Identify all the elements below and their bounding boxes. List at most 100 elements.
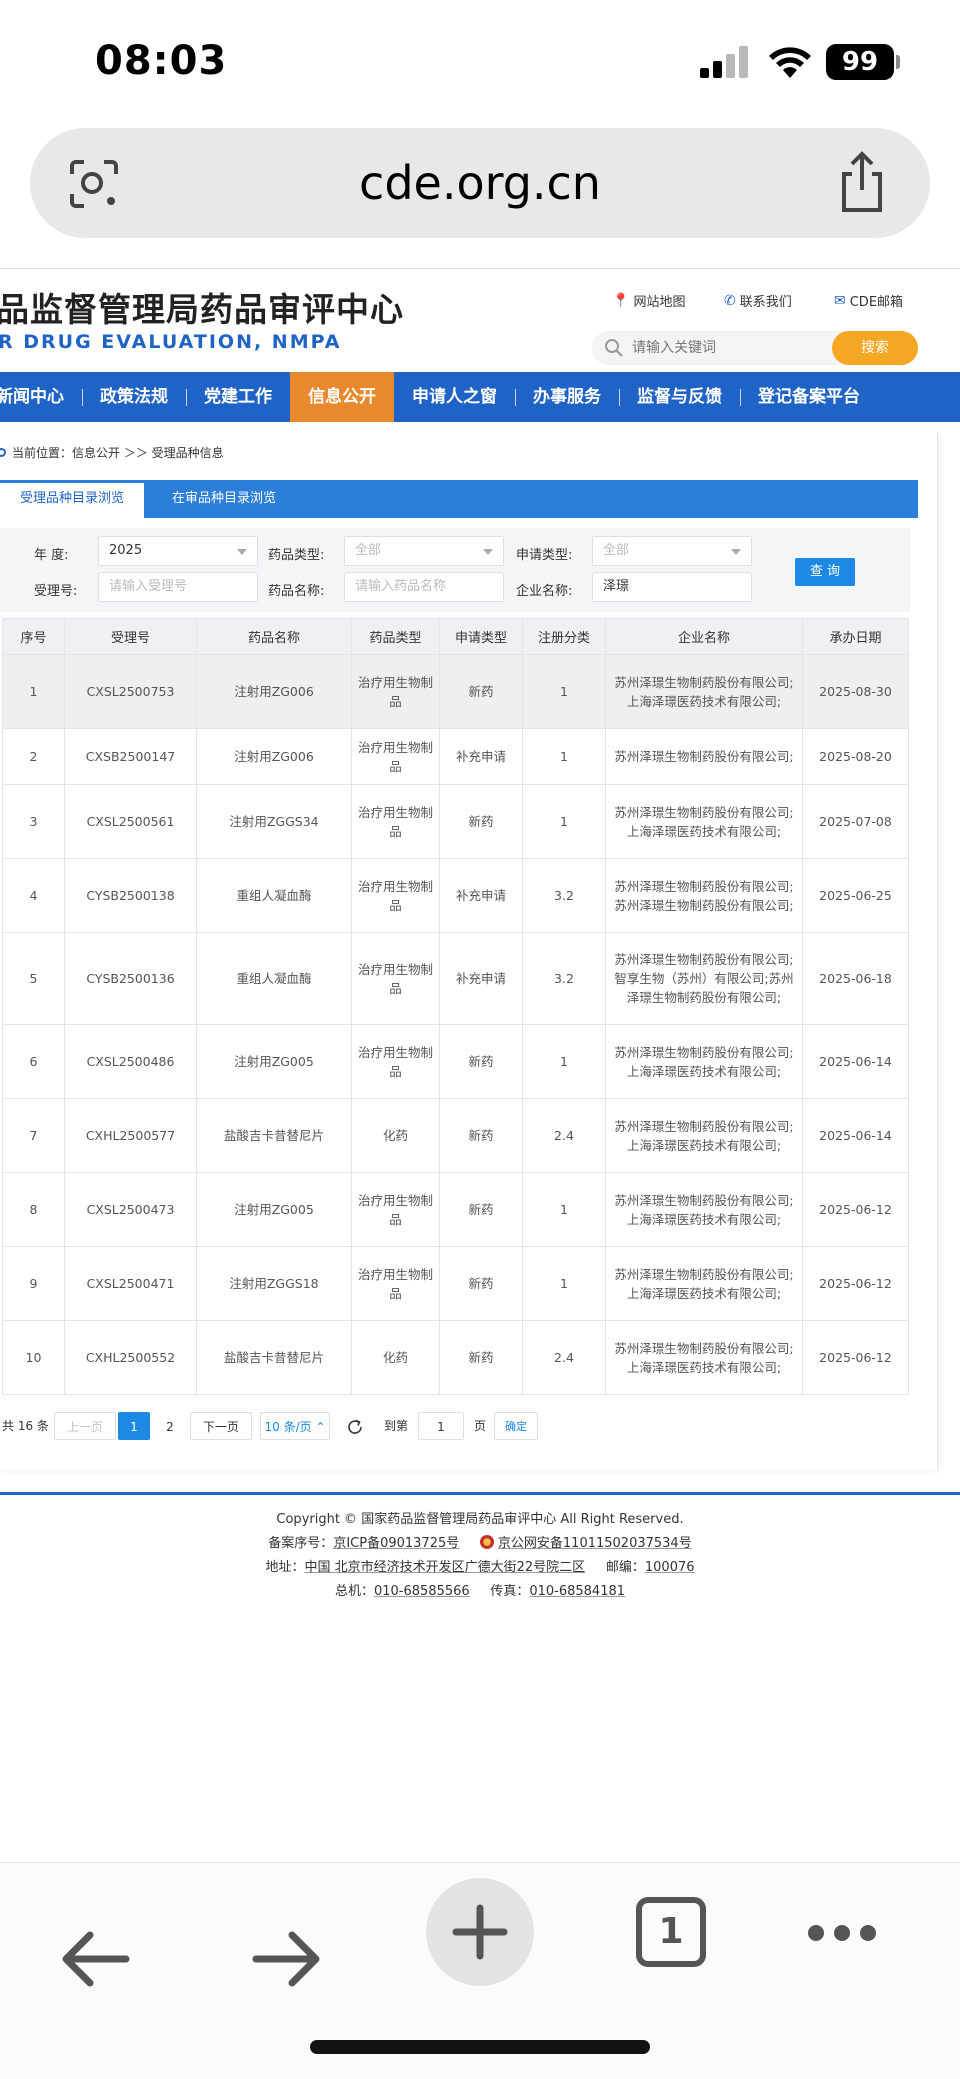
table-cell: 新药	[439, 784, 523, 859]
table-cell: 新药	[439, 1024, 523, 1099]
address-line: 地址：中国 北京市经济技术开发区广德大街22号院二区 邮编：100076	[265, 1560, 695, 1575]
table-row: 4 CYSB2500138 重组人凝血酶 治疗用生物制品 补充申请 3.2 苏州泽璟生物制药…	[2, 858, 909, 933]
share-icon[interactable]	[834, 150, 890, 214]
table-cell: 1	[2, 654, 65, 729]
table-row: 8 CXSL2500473 注射用ZG005 治疗用生物制品 新药 1 苏州泽璟生物制药股份…	[2, 1172, 909, 1247]
nav-services[interactable]: 办事服务	[515, 372, 619, 422]
table-cell: CYSB2500136	[64, 932, 197, 1025]
table-cell: 苏州泽璟生物制药股份有限公司;上海泽璟医药技术有限公司;	[605, 1246, 803, 1321]
table-row: 1 CXSL2500753 注射用ZG006 治疗用生物制品 新药 1 苏州泽璟生物制药股份…	[2, 654, 909, 729]
table-cell: 重组人凝血酶	[196, 858, 352, 933]
year-select[interactable]: 2025	[98, 536, 258, 566]
table-cell: CXSL2500561	[64, 784, 197, 859]
nav-policy[interactable]: 政策法规	[82, 372, 186, 422]
table-cell: 注射用ZG005	[196, 1024, 352, 1099]
tab-accepted-list[interactable]: 受理品种目录浏览	[0, 480, 144, 518]
table-cell: 注射用ZG005	[196, 1172, 352, 1247]
table-cell: 3.2	[522, 858, 606, 933]
table-cell: 2025-08-20	[802, 728, 909, 785]
apply-type-label: 申请类型:	[516, 548, 573, 563]
search-input[interactable]	[632, 335, 822, 361]
prev-page-button[interactable]: 上一页	[54, 1412, 116, 1440]
table-cell: CYSB2500138	[64, 858, 197, 933]
url-text[interactable]: cde.org.cn	[30, 156, 930, 210]
table-row: 6 CXSL2500486 注射用ZG005 治疗用生物制品 新药 1 苏州泽璟生物制药股份…	[2, 1024, 909, 1099]
police-record-link[interactable]: 京公网安备11011502037534号	[498, 1536, 692, 1551]
page-1-button[interactable]: 1	[118, 1412, 150, 1440]
plus-icon	[452, 1904, 508, 1960]
page-unit-label: 页	[474, 1419, 487, 1433]
table-cell: 注射用ZGGS18	[196, 1246, 352, 1321]
company-input[interactable]: 泽璟	[592, 572, 752, 602]
refresh-icon[interactable]	[346, 1418, 364, 1436]
goto-page-input[interactable]: 1	[418, 1412, 464, 1440]
nav-applicant[interactable]: 申请人之窗	[394, 372, 515, 422]
nav-news[interactable]: 新闻中心	[0, 372, 82, 422]
table-cell: 3.2	[522, 932, 606, 1025]
nav-info-public[interactable]: 信息公开	[290, 372, 394, 422]
table-cell: 2025-07-08	[802, 784, 909, 859]
table-row: 9 CXSL2500471 注射用ZGGS18 治疗用生物制品 新药 1 苏州泽璟生物制药股…	[2, 1246, 909, 1321]
table-cell: CXHL2500577	[64, 1098, 197, 1173]
table-cell: 苏州泽璟生物制药股份有限公司;	[605, 728, 803, 785]
next-page-button[interactable]: 下一页	[190, 1412, 252, 1440]
table-cell: 3	[2, 784, 65, 859]
table-cell: 2025-06-12	[802, 1246, 909, 1321]
table-cell: 2025-06-14	[802, 1024, 909, 1099]
site-search: 搜索	[592, 331, 918, 365]
forward-arrow-icon[interactable]	[250, 1927, 326, 1991]
col-header: 承办日期	[802, 618, 909, 655]
nav-party[interactable]: 党建工作	[186, 372, 290, 422]
table-cell: 苏州泽璟生物制药股份有限公司;上海泽璟医药技术有限公司;	[605, 1172, 803, 1247]
site-footer: Copyright © 国家药品监督管理局药品审评中心 All Right Re…	[0, 1508, 960, 1604]
table-cell: CXSB2500147	[64, 728, 197, 785]
table-cell: 治疗用生物制品	[351, 728, 440, 785]
table-cell: CXSL2500753	[64, 654, 197, 729]
cde-mail-link[interactable]: ✉ CDE邮箱	[834, 291, 903, 311]
confirm-goto-button[interactable]: 确定	[494, 1412, 538, 1440]
sitemap-link[interactable]: 📍 网站地图	[612, 291, 685, 311]
drug-type-select[interactable]: 全部	[344, 536, 504, 566]
apply-type-select[interactable]: 全部	[592, 536, 752, 566]
new-tab-button[interactable]	[426, 1878, 534, 1986]
table-cell: 治疗用生物制品	[351, 932, 440, 1025]
table-cell: CXHL2500552	[64, 1320, 197, 1395]
status-time: 08:03	[95, 38, 228, 84]
nav-registration[interactable]: 登记备案平台	[740, 372, 878, 422]
table-cell: 6	[2, 1024, 65, 1099]
table-row: 7 CXHL2500577 盐酸吉卡昔替尼片 化药 新药 2.4 苏州泽璟生物制药股份有限公…	[2, 1098, 909, 1173]
accept-no-input[interactable]: 请输入受理号	[98, 572, 258, 602]
icp-link[interactable]: 京ICP备09013725号	[333, 1536, 459, 1551]
table-cell: CXSL2500471	[64, 1246, 197, 1321]
tabs-count-button[interactable]: 1	[636, 1897, 706, 1967]
table-cell: 治疗用生物制品	[351, 1024, 440, 1099]
back-arrow-icon[interactable]	[56, 1927, 132, 1991]
col-header: 受理号	[64, 618, 197, 655]
tab-in-review-list[interactable]: 在审品种目录浏览	[172, 480, 276, 518]
table-cell: 1	[522, 1024, 606, 1099]
mail-icon: ✉	[834, 292, 846, 309]
chevron-down-icon	[237, 549, 247, 555]
table-cell: 2025-08-30	[802, 654, 909, 729]
more-icon[interactable]	[806, 1921, 878, 1945]
table-cell: 治疗用生物制品	[351, 784, 440, 859]
query-button[interactable]: 查 询	[795, 558, 855, 586]
footer-divider	[0, 1492, 960, 1495]
table-row: 3 CXSL2500561 注射用ZGGS34 治疗用生物制品 新药 1 苏州泽璟生物制药股…	[2, 784, 909, 859]
page-size-select[interactable]: 10 条/页 ⌃	[260, 1412, 330, 1440]
phone-line: 总机：010-68585566 传真：010-68584181	[334, 1584, 626, 1599]
table-row: 5 CYSB2500136 重组人凝血酶 治疗用生物制品 补充申请 3.2 苏州泽璟生物制药…	[2, 932, 909, 1025]
drug-name-label: 药品名称:	[268, 584, 325, 599]
table-cell: 苏州泽璟生物制药股份有限公司;苏州泽璟生物制药股份有限公司;	[605, 858, 803, 933]
address-bar[interactable]: cde.org.cn	[30, 128, 930, 238]
nav-supervision[interactable]: 监督与反馈	[619, 372, 740, 422]
battery-icon: 99	[826, 44, 900, 80]
drug-name-input[interactable]: 请输入药品名称	[344, 572, 504, 602]
table-row: 10 CXHL2500552 盐酸吉卡昔替尼片 化药 新药 2.4 苏州泽璟生物制药股份有限…	[2, 1320, 909, 1395]
search-button[interactable]: 搜索	[832, 331, 918, 365]
page-2-button[interactable]: 2	[154, 1412, 186, 1440]
contact-link[interactable]: ✆ 联系我们	[724, 291, 792, 311]
status-bar: 08:03 99	[0, 0, 960, 120]
table-cell: 盐酸吉卡昔替尼片	[196, 1098, 352, 1173]
table-cell: 补充申请	[439, 728, 523, 785]
